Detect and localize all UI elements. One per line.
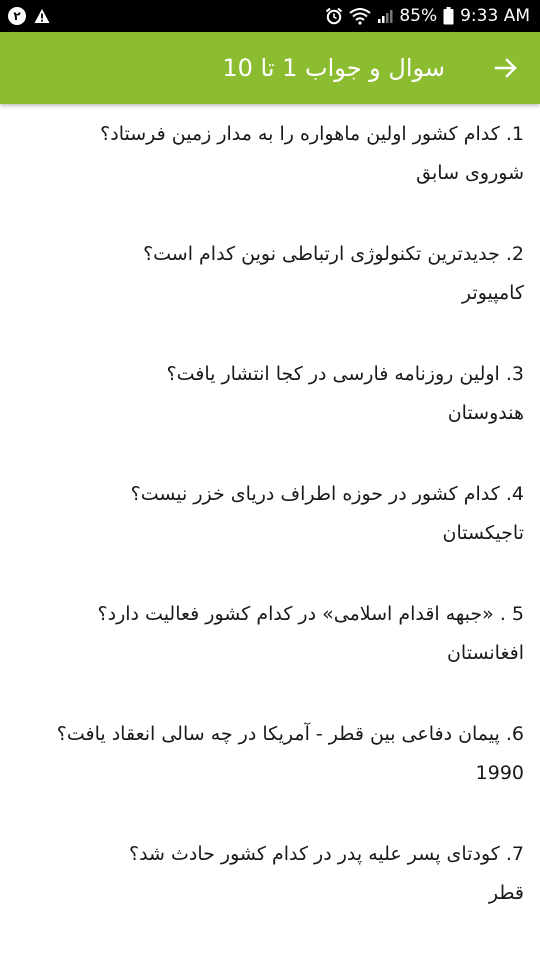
- list-item: 4. کدام کشور در حوزه اطراف دریای خزر نیس…: [16, 474, 524, 552]
- app-bar: سوال و جواب 1 تا 10: [0, 32, 540, 104]
- signal-icon: [378, 10, 393, 23]
- answer-text: کامپیوتر: [461, 282, 524, 304]
- question-text: 3. اولین روزنامه فارسی در کجا انتشار یاف…: [166, 363, 524, 385]
- status-bar: ۲ 85% 9:33 AM: [0, 0, 540, 32]
- battery-percent: 85%: [399, 6, 438, 26]
- list-item: 6. پیمان دفاعی بین قطر - آمریکا در چه سا…: [16, 714, 524, 792]
- status-right: 85% 9:33 AM: [325, 5, 530, 27]
- question-text: 7. کودتای پسر علیه پدر در کدام کشور حادث…: [128, 843, 524, 865]
- notification-count-icon: ۲: [8, 7, 26, 25]
- list-item: 2. جدیدترین تکنولوژی ارتباطی نوین کدام ا…: [16, 234, 524, 312]
- answer-text: هندوستان: [447, 402, 524, 424]
- wifi-icon: [349, 8, 371, 25]
- question-text: 1. کدام کشور اولین ماهواره را به مدار زم…: [100, 123, 524, 145]
- answer-text: تاجیکستان: [442, 522, 524, 544]
- warning-icon: [34, 9, 50, 23]
- page-title: سوال و جواب 1 تا 10: [222, 54, 445, 82]
- list-item: 1. کدام کشور اولین ماهواره را به مدار زم…: [16, 114, 524, 192]
- question-text: 4. کدام کشور در حوزه اطراف دریای خزر نیس…: [130, 483, 524, 505]
- status-time: 9:33 AM: [460, 6, 530, 26]
- arrow-right-icon: [494, 58, 517, 78]
- list-item: 5 . «جبهه اقدام اسلامی» در کدام کشور فعا…: [16, 594, 524, 672]
- answer-text: قطر: [488, 882, 524, 904]
- list-item: 7. کودتای پسر علیه پدر در کدام کشور حادث…: [16, 834, 524, 912]
- status-left: ۲: [8, 6, 50, 26]
- list-item: 3. اولین روزنامه فارسی در کجا انتشار یاف…: [16, 354, 524, 432]
- answer-text: 1990: [475, 762, 524, 784]
- question-text: 5 . «جبهه اقدام اسلامی» در کدام کشور فعا…: [97, 603, 524, 625]
- question-text: 6. پیمان دفاعی بین قطر - آمریکا در چه سا…: [56, 723, 524, 745]
- battery-icon: [443, 7, 454, 25]
- qa-list[interactable]: 1. کدام کشور اولین ماهواره را به مدار زم…: [0, 104, 540, 960]
- answer-text: شوروی سابق: [416, 162, 524, 184]
- alarm-icon: [326, 7, 343, 25]
- question-text: 2. جدیدترین تکنولوژی ارتباطی نوین کدام ا…: [143, 243, 524, 265]
- answer-text: افغانستان: [446, 642, 524, 664]
- back-button[interactable]: [490, 52, 522, 84]
